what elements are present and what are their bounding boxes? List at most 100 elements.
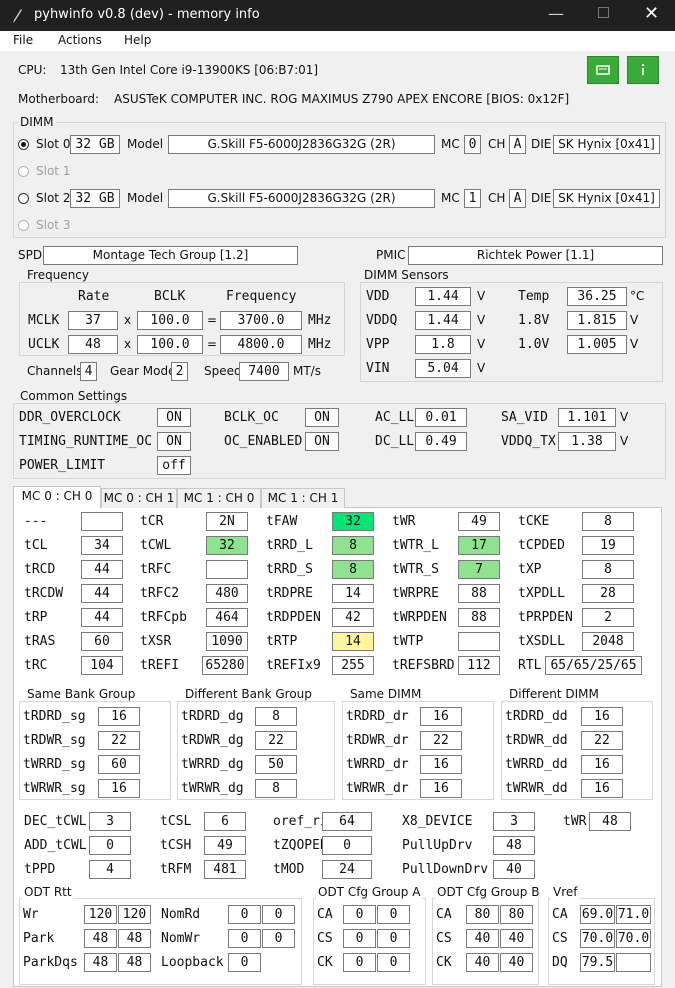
misc-pullupdrv-value: 48	[493, 836, 535, 855]
odt-a-title: ODT Cfg Group A	[316, 885, 423, 899]
close-button[interactable]: ✕	[644, 3, 659, 24]
dc-ll-value: 0.49	[415, 432, 467, 451]
timing-c5-tcpded-value: 19	[582, 536, 634, 555]
tab-mc-ch-1[interactable]: MC 0 : CH 1	[101, 488, 177, 508]
group-sg-trdrd_sg-label: tRDRD_sg	[23, 709, 86, 724]
misc-trfm-value: 481	[204, 860, 246, 879]
mclk-label: MCLK	[28, 313, 60, 328]
sensor-6-unit: V	[630, 337, 639, 351]
timing-c2-tcwl-label: tCWL	[140, 538, 172, 553]
timing-rt-value: ON	[157, 432, 191, 451]
vref-ca-label: CA	[552, 907, 568, 922]
title-bar: pyhwinfo v0.8 (dev) - memory info — ✕	[0, 0, 675, 31]
odt-a-ca-value-2: 0	[377, 905, 410, 924]
tab-mc-ch-0[interactable]: MC 0 : CH 0	[13, 486, 101, 508]
menu-help[interactable]: Help	[124, 33, 151, 47]
odt-rtt-title: ODT Rtt	[22, 885, 74, 899]
timing-c1-trcdw-value: 44	[81, 584, 123, 603]
group-dg-twrrd_dg-value: 50	[255, 755, 297, 774]
rate-header: Rate	[78, 289, 110, 304]
timing-c2-trfc-label: tRFC	[140, 562, 172, 577]
group-dd-twrrd_dd-label: tWRRD_dd	[505, 757, 568, 772]
slot-3-radio	[18, 220, 29, 231]
timing-c5-tprpden-label: tPRPDEN	[518, 610, 573, 625]
misc-tppd-label: tPPD	[24, 862, 56, 877]
group-dr-title: Same DIMM	[348, 687, 424, 701]
sensor-5-value: 1.815	[567, 311, 627, 330]
timing-c5-txsdll-value: 2048	[582, 632, 634, 651]
timing-c3-trrd-s-value: 8	[332, 560, 374, 579]
timing-c2-txsr-label: tXSR	[140, 634, 172, 649]
uclk-unit: MHz	[308, 337, 332, 352]
group-sg-title: Same Bank Group	[25, 687, 138, 701]
timing-c4-trefsbrd-label: tREFSBRD	[392, 658, 455, 673]
minimize-button[interactable]: —	[548, 4, 564, 23]
id-card-button[interactable]	[587, 56, 619, 84]
timing-c1---label: ---	[24, 514, 48, 529]
timing-c4-twtr-l-label: tWTR_L	[392, 538, 439, 553]
slot-2-mc: 1	[464, 189, 481, 208]
group-dd-trdwr_dd-label: tRDWR_dd	[505, 733, 568, 748]
misc-twr-value: 48	[589, 812, 631, 831]
group-dr-twrrd_dr-value: 16	[420, 755, 462, 774]
maximize-button[interactable]	[598, 7, 609, 18]
spd-value: Montage Tech Group [1.2]	[43, 246, 298, 265]
tab-mc-ch-2[interactable]: MC 1 : CH 0	[177, 488, 261, 508]
timing-c5-rtl-value: 65/65/25/65	[545, 656, 642, 675]
vddq-tx-label: VDDQ_TX	[501, 434, 556, 449]
vref-dq-label: DQ	[552, 955, 568, 970]
sensor-1-unit: V	[477, 313, 486, 327]
odt-a-cs-value-2: 0	[377, 929, 410, 948]
slot-0-radio[interactable]	[18, 139, 29, 150]
uclk-times: x	[124, 337, 132, 351]
speed-label: Speed	[204, 364, 242, 378]
motherboard-value: ASUSTeK COMPUTER INC. ROG MAXIMUS Z790 A…	[114, 92, 570, 106]
timing-c5-txpdll-label: tXPDLL	[518, 586, 565, 601]
odt-loopback-label: Loopback	[161, 955, 224, 970]
timing-c3-trtp-value: 14	[332, 632, 374, 651]
group-dd-trdrd_dd-value: 16	[581, 707, 623, 726]
odt-a-ca-label: CA	[317, 907, 333, 922]
uclk-equals: =	[207, 337, 218, 351]
uclk-bclk: 100.0	[137, 335, 203, 354]
vref-ca-value-1: 69.0	[580, 905, 615, 924]
group-dd-trdrd_dd-label: tRDRD_dd	[505, 709, 568, 724]
sensor-2-value: 1.8	[415, 335, 471, 354]
channels-label: Channels	[27, 364, 83, 378]
info-button[interactable]	[627, 56, 659, 84]
bclk-header: BCLK	[154, 289, 186, 304]
odt-nomrd-value-1: 0	[228, 905, 261, 924]
misc-tzqoper-label: tZQOPER	[273, 838, 328, 853]
timing-c2-trfc-value	[206, 560, 248, 579]
menu-actions[interactable]: Actions	[58, 33, 102, 47]
misc-twr-label: tWR	[563, 814, 587, 829]
timing-c1-tras-value: 60	[81, 632, 123, 651]
odt-b-ck-value-1: 40	[466, 953, 499, 972]
timing-c2-txsr-value: 1090	[206, 632, 248, 651]
dc-ll-label: DC_LL	[375, 434, 415, 449]
menu-file[interactable]: File	[13, 33, 33, 47]
timing-c2-tcr-label: tCR	[140, 514, 164, 529]
odt-parkdqs-value-1: 48	[84, 953, 117, 972]
odt-loopback-value-1: 0	[228, 953, 261, 972]
odt-b-ca-label: CA	[436, 907, 452, 922]
spd-label: SPD	[18, 248, 43, 262]
sensor-5-label: 1.8V	[518, 313, 550, 328]
timing-c2-trefi-label: tREFI	[140, 658, 180, 673]
tab-mc-ch-3[interactable]: MC 1 : CH 1	[261, 488, 345, 508]
misc-tmod-value: 24	[322, 860, 372, 879]
odt-park-label: Park	[23, 931, 55, 946]
group-dd-twrrd_dd-value: 16	[581, 755, 623, 774]
timing-c3-trtp-label: tRTP	[266, 634, 298, 649]
misc-pulldowndrv-label: PullDownDrv	[402, 862, 489, 877]
group-sg-twrwr_sg-value: 16	[98, 779, 140, 798]
sensor-0-label: VDD	[366, 289, 390, 304]
misc-tcsh-label: tCSH	[160, 838, 192, 853]
group-dg-trdrd_dg-label: tRDRD_dg	[181, 709, 244, 724]
slot-2-radio[interactable]	[18, 193, 29, 204]
pmic-value: Richtek Power [1.1]	[408, 246, 663, 265]
sensor-6-label: 1.0V	[518, 337, 550, 352]
id-card-icon	[596, 65, 610, 75]
slot-0-ch-label: CH	[488, 137, 506, 151]
timing-c1-trcd-value: 44	[81, 560, 123, 579]
